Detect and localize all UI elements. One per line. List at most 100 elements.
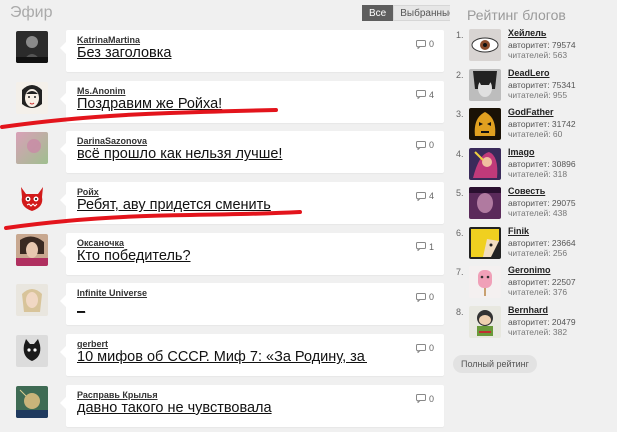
post-title-link[interactable]: Поздравим же Ройха! bbox=[77, 96, 367, 112]
girl-sketch-avatar[interactable] bbox=[16, 81, 48, 114]
blog-rank: 7. bbox=[456, 267, 464, 277]
colorful-art-avatar[interactable] bbox=[469, 147, 501, 180]
post-title-link[interactable]: Ребят, аву придется сменить bbox=[77, 197, 367, 213]
blog-authority: авторитет: 31742 bbox=[508, 119, 576, 129]
blog-rank: 3. bbox=[456, 109, 464, 119]
blog-rating-panel: Рейтинг блогов 1. Хейлель авторитет: 795… bbox=[450, 0, 617, 432]
post-title-link[interactable]: давно такого не чувствовала bbox=[77, 400, 367, 416]
comments-count[interactable]: 4 bbox=[415, 191, 434, 202]
tab-all[interactable]: Все bbox=[362, 5, 394, 21]
comments-count[interactable]: 0 bbox=[415, 393, 434, 404]
efir-feed: KatrinaMartina Без заголовка 0 Ms.Anonim… bbox=[0, 27, 450, 432]
cartoon-avatar[interactable] bbox=[469, 305, 501, 338]
blog-authority: авторитет: 23664 bbox=[508, 237, 576, 248]
yellow-anime-avatar[interactable] bbox=[469, 226, 501, 259]
fire-mask-avatar[interactable] bbox=[469, 108, 501, 140]
blog-readers: читателей: 438 bbox=[508, 208, 568, 218]
feed-card: Infinite Universe _ 0 bbox=[60, 283, 444, 326]
dark-figure-avatar[interactable] bbox=[16, 31, 48, 63]
comments-count[interactable]: 1 bbox=[415, 241, 434, 252]
feed-card: DarinaSazonova всё прошло как нельзя луч… bbox=[60, 131, 444, 174]
comments-count[interactable]: 0 bbox=[415, 140, 434, 151]
rating-title: Рейтинг блогов bbox=[467, 7, 566, 23]
post-title-link[interactable]: 10 мифов об СССР. Миф 7: «За Родину, за … bbox=[77, 349, 367, 365]
comment-icon bbox=[415, 343, 426, 353]
comment-icon bbox=[415, 140, 426, 150]
purple-photo-avatar[interactable] bbox=[469, 187, 501, 219]
feed-card: gerbert 10 мифов об СССР. Миф 7: «За Род… bbox=[60, 334, 444, 377]
comments-number: 0 bbox=[428, 393, 434, 404]
feed-item: Infinite Universe _ 0 bbox=[0, 280, 450, 331]
author-link[interactable]: DarinaSazonova bbox=[77, 136, 147, 146]
author-link[interactable]: KatrinaMartina bbox=[77, 35, 140, 45]
pink-blur-avatar[interactable] bbox=[16, 132, 48, 165]
author-link[interactable]: gerbert bbox=[77, 339, 108, 349]
blog-authority: авторитет: 20479 bbox=[508, 316, 576, 327]
pink-icecream-avatar[interactable] bbox=[469, 266, 501, 298]
blog-authority: авторитет: 29075 bbox=[508, 198, 576, 208]
comments-number: 0 bbox=[428, 343, 434, 354]
comments-number: 4 bbox=[428, 89, 434, 100]
comment-icon bbox=[415, 394, 426, 404]
blog-row: 3. GodFather авторитет: 31742 читателей:… bbox=[450, 107, 617, 147]
blog-name-link[interactable]: GodFather bbox=[508, 107, 554, 117]
blog-name-link[interactable]: Совесть bbox=[508, 186, 545, 196]
blog-row: 8. Bernhard авторитет: 20479 читателей: … bbox=[450, 305, 617, 345]
post-title-link[interactable]: Кто победитель? bbox=[77, 248, 367, 264]
comments-number: 0 bbox=[428, 39, 434, 49]
comments-count[interactable]: 0 bbox=[415, 39, 434, 49]
blog-readers: читателей: 256 bbox=[508, 247, 568, 258]
blog-name-link[interactable]: Хейлель bbox=[508, 28, 546, 38]
feed-item: Оксаночка Кто победитель? 1 bbox=[0, 230, 450, 281]
blog-authority: авторитет: 30896 bbox=[508, 158, 576, 169]
blog-authority: авторитет: 79574 bbox=[508, 40, 576, 50]
comment-icon bbox=[415, 191, 426, 201]
blog-name-link[interactable]: Finik bbox=[508, 226, 529, 236]
feed-item: Расправь Крылья давно такого не чувствов… bbox=[0, 382, 450, 432]
full-rating-button[interactable]: Полный рейтинг bbox=[453, 355, 537, 373]
blog-row: 7. Geronimo авторитет: 22507 читателей: … bbox=[450, 265, 617, 305]
author-link[interactable]: Оксаночка bbox=[77, 238, 124, 248]
feed-card: Ms.Anonim Поздравим же Ройха! 4 bbox=[60, 80, 444, 123]
feed-card: KatrinaMartina Без заголовка 0 bbox=[60, 30, 444, 72]
green-art-avatar[interactable] bbox=[16, 385, 48, 418]
blog-authority: авторитет: 75341 bbox=[508, 79, 576, 90]
feed-card: Расправь Крылья давно такого не чувствов… bbox=[60, 384, 444, 427]
comments-count[interactable]: 0 bbox=[415, 343, 434, 354]
feed-item: Ройх Ребят, аву придется сменить 4 bbox=[0, 179, 450, 230]
blog-authority: авторитет: 22507 bbox=[508, 277, 576, 287]
author-link[interactable]: Ms.Anonim bbox=[77, 86, 126, 96]
post-title-link[interactable]: _ bbox=[77, 298, 367, 314]
blog-name-link[interactable]: Geronimo bbox=[508, 265, 551, 275]
blog-name-link[interactable]: Bernhard bbox=[508, 305, 548, 315]
comments-number: 0 bbox=[428, 292, 434, 303]
eye-avatar[interactable] bbox=[469, 29, 501, 61]
efir-panel: Эфир Все Выбранные KatrinaMartina Без за… bbox=[0, 0, 462, 432]
author-link[interactable]: Infinite Universe bbox=[77, 288, 147, 298]
comments-number: 1 bbox=[428, 241, 434, 252]
anime-bw-avatar[interactable] bbox=[469, 68, 501, 101]
blog-readers: читателей: 382 bbox=[508, 326, 568, 337]
comments-number: 4 bbox=[428, 191, 434, 202]
post-title-link[interactable]: всё прошло как нельзя лучше! bbox=[77, 146, 367, 162]
blog-name-link[interactable]: Imago bbox=[508, 147, 535, 157]
blog-readers: читателей: 318 bbox=[508, 168, 568, 179]
post-title-link[interactable]: Без заголовка bbox=[77, 45, 367, 61]
blog-readers: читателей: 955 bbox=[508, 89, 568, 100]
author-link[interactable]: Расправь Крылья bbox=[77, 390, 158, 400]
blog-rating-list: 1. Хейлель авторитет: 79574 читателей: 5… bbox=[450, 28, 617, 344]
author-link[interactable]: Ройх bbox=[77, 187, 99, 197]
blog-row: 5. Совесть авторитет: 29075 читателей: 4… bbox=[450, 186, 617, 226]
red-devil-avatar[interactable] bbox=[16, 183, 48, 216]
blonde-photo-avatar[interactable] bbox=[16, 284, 48, 317]
bw-cat-avatar[interactable] bbox=[16, 335, 48, 368]
comments-count[interactable]: 0 bbox=[415, 292, 434, 303]
woman-photo-avatar[interactable] bbox=[16, 233, 48, 266]
blog-readers: читателей: 60 bbox=[508, 129, 563, 139]
comments-number: 0 bbox=[428, 140, 434, 151]
blog-name-link[interactable]: DeadLero bbox=[508, 68, 550, 78]
comments-count[interactable]: 4 bbox=[415, 89, 434, 100]
blog-readers: читателей: 376 bbox=[508, 287, 568, 297]
blog-row: 4. Imago авторитет: 30896 читателей: 318 bbox=[450, 147, 617, 187]
feed-item: DarinaSazonova всё прошло как нельзя луч… bbox=[0, 128, 450, 179]
